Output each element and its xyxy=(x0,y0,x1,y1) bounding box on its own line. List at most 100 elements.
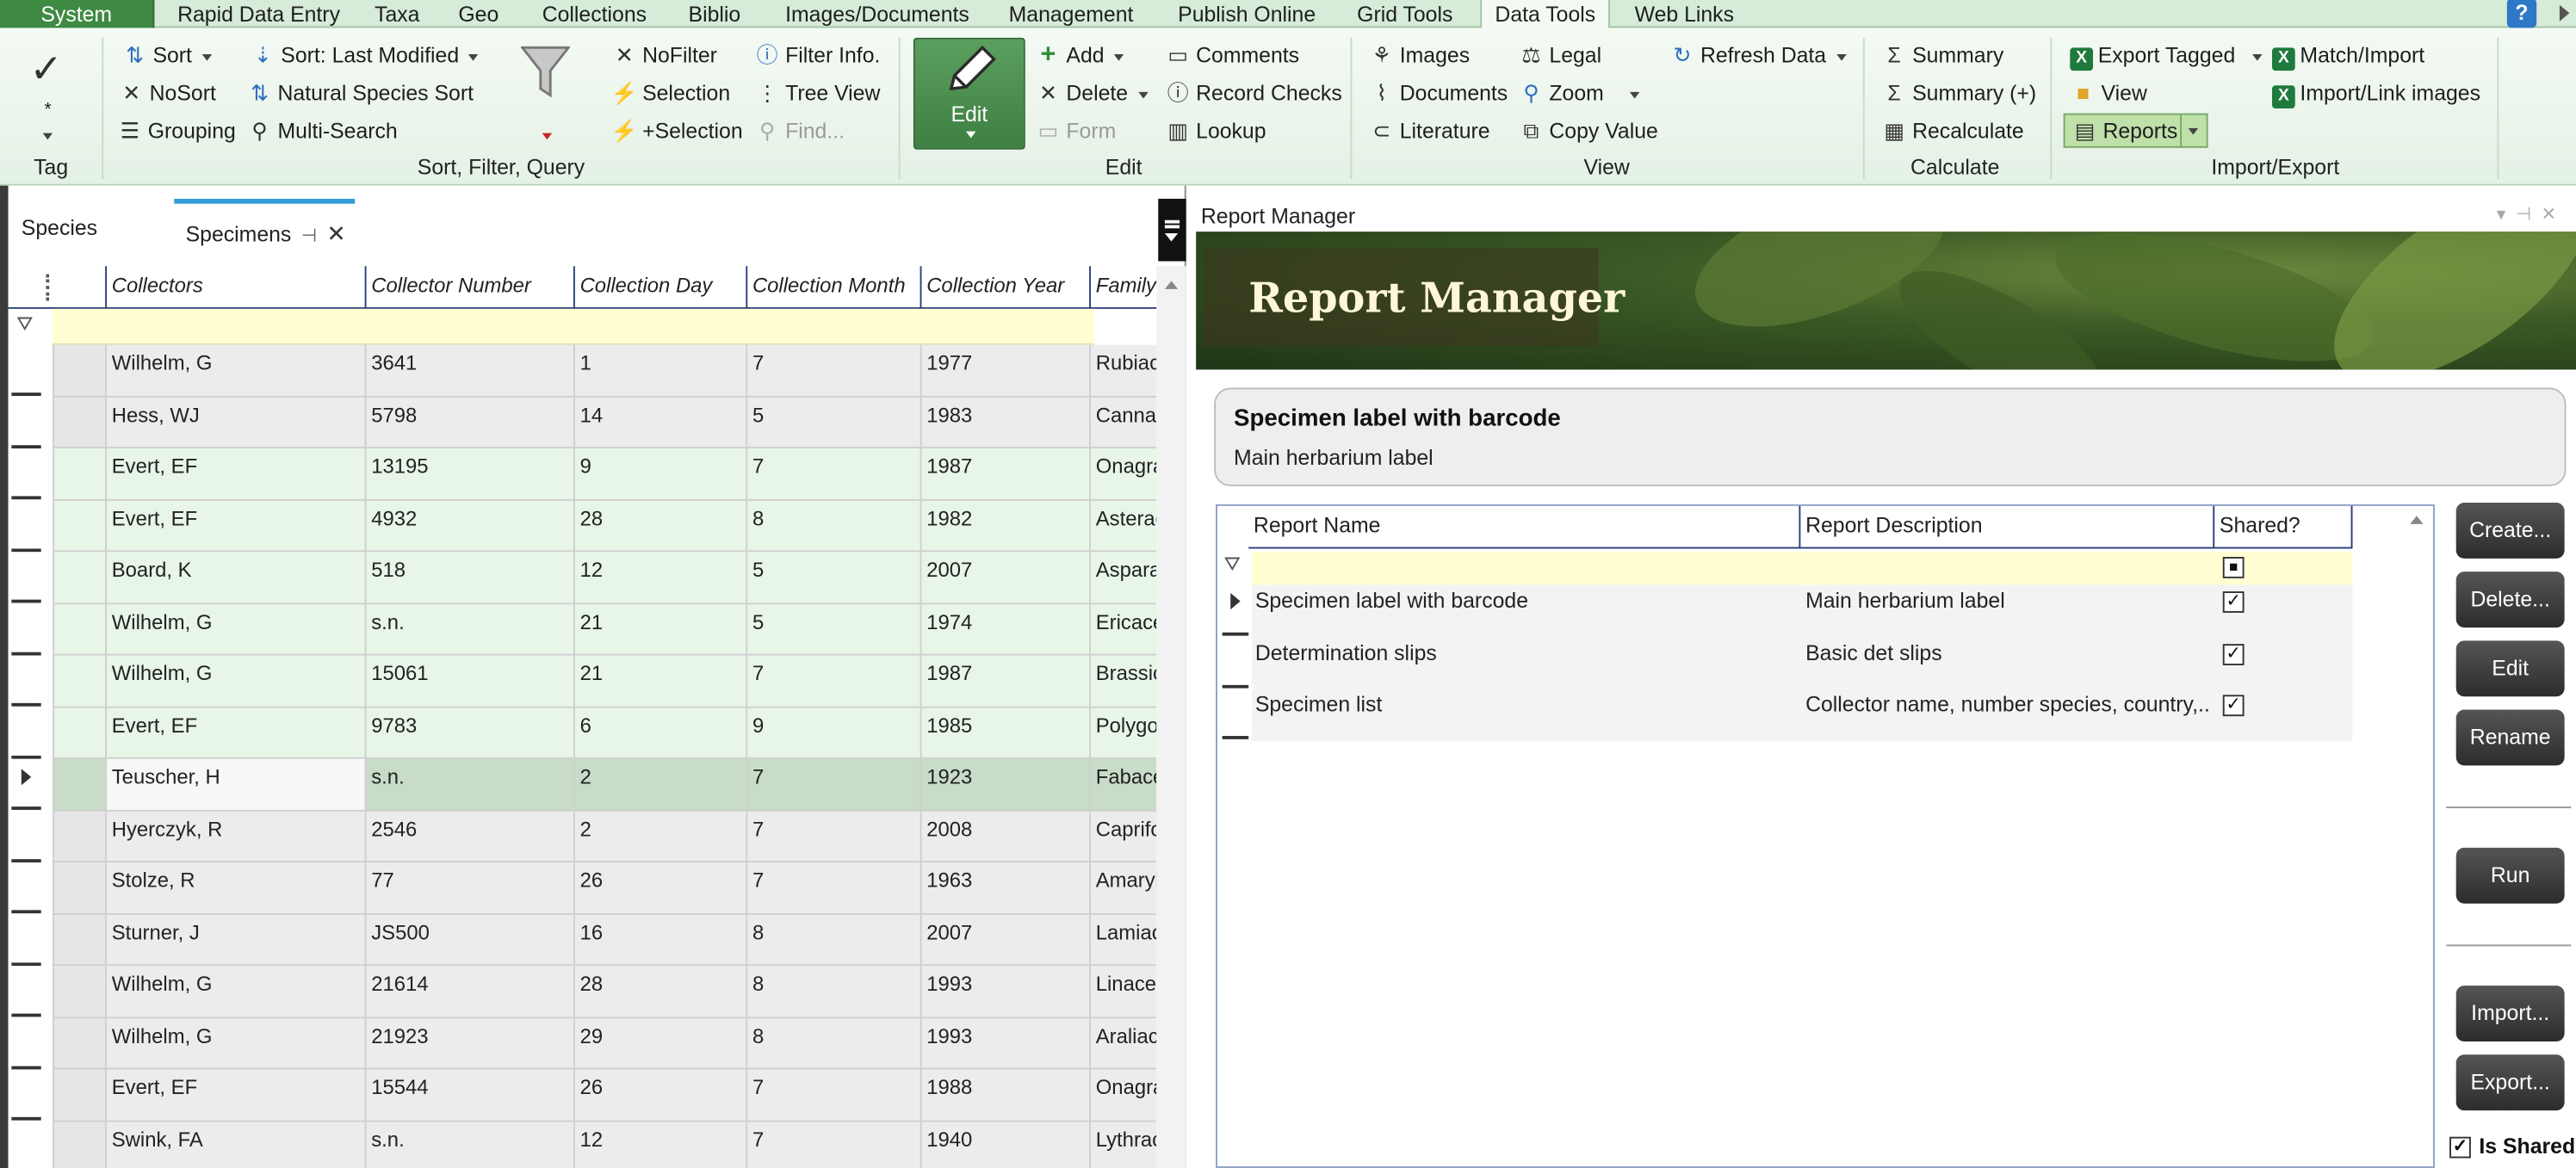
row-selector-cell[interactable] xyxy=(53,862,106,915)
table-row[interactable]: Swink, FAs.n.1271940Lythraceae xyxy=(8,1121,1157,1168)
table-cell[interactable]: 1983 xyxy=(920,396,1090,449)
table-cell[interactable]: 2007 xyxy=(920,914,1090,967)
row-header[interactable] xyxy=(8,344,53,397)
table-cell[interactable]: Swink, FA xyxy=(105,1121,365,1168)
row-selector-cell[interactable] xyxy=(53,603,106,656)
table-cell[interactable]: 7 xyxy=(746,344,920,397)
row-selector-cell[interactable] xyxy=(53,500,106,553)
column-header-report-name[interactable]: Report Name xyxy=(1248,505,1801,549)
column-header-collector-number[interactable]: Collector Number xyxy=(364,266,573,309)
tab-species[interactable]: Species xyxy=(22,215,97,240)
row-selector-cell[interactable] xyxy=(53,655,106,708)
row-header[interactable] xyxy=(8,1121,53,1168)
table-cell[interactable]: 2 xyxy=(573,758,746,811)
table-cell[interactable]: 12 xyxy=(573,1121,746,1168)
table-cell[interactable]: 8 xyxy=(746,500,920,553)
table-cell[interactable]: 1987 xyxy=(920,655,1090,708)
shared-checkbox[interactable]: ✓ xyxy=(2222,695,2245,717)
report-name-cell[interactable]: Determination slips xyxy=(1255,637,1798,689)
row-selector-cell[interactable] xyxy=(53,966,106,1018)
table-cell[interactable]: s.n. xyxy=(364,758,573,811)
table-cell[interactable]: Onagraceae xyxy=(1089,1069,1157,1122)
table-cell[interactable]: Asparagaceae xyxy=(1089,552,1157,604)
report-name-cell[interactable]: Specimen list xyxy=(1255,689,1798,740)
table-cell[interactable]: 21614 xyxy=(364,966,573,1018)
edit-button[interactable]: Edit xyxy=(2455,640,2565,697)
table-cell[interactable]: 13195 xyxy=(364,448,573,501)
row-selector-cell[interactable] xyxy=(53,448,106,501)
column-header-collection-year[interactable]: Collection Year xyxy=(920,266,1090,309)
table-row[interactable]: Teuscher, Hs.n.271923Fabaceae xyxy=(8,758,1157,811)
reports-grid[interactable]: Report Name Report Description Shared? ⛛… xyxy=(1216,504,2435,1168)
menu-web-links[interactable]: Web Links xyxy=(1635,0,1734,28)
row-selector-cell[interactable] xyxy=(53,552,106,604)
table-row[interactable]: Evert, EF49322881982Asteraceae xyxy=(8,500,1157,553)
report-description-cell[interactable]: Main herbarium label xyxy=(1805,584,2208,636)
documents-button[interactable]: ⌇ Documents xyxy=(1368,79,1508,108)
comments-button[interactable]: ▭ Comments xyxy=(1165,41,1299,71)
tab-specimens[interactable]: Specimens ⊣ ✕ xyxy=(174,198,356,271)
shared-filter-checkbox[interactable]: ■ xyxy=(2222,557,2245,578)
table-cell[interactable]: 7 xyxy=(746,1069,920,1122)
table-cell[interactable]: 1963 xyxy=(920,862,1090,915)
table-cell[interactable]: Hess, WJ xyxy=(105,396,365,449)
table-cell[interactable]: 2 xyxy=(573,810,746,862)
row-selector-cell[interactable] xyxy=(53,344,106,397)
table-cell[interactable]: Lamiaceae xyxy=(1089,914,1157,967)
legal-button[interactable]: ⚖ Legal xyxy=(1518,41,1601,71)
menu-taxa[interactable]: Taxa xyxy=(375,0,419,28)
help-icon[interactable]: ? xyxy=(2506,0,2537,28)
table-cell[interactable]: s.n. xyxy=(364,1121,573,1168)
pin-icon[interactable]: ⊣ xyxy=(301,226,317,246)
table-cell[interactable]: 1923 xyxy=(920,758,1090,811)
table-cell[interactable]: 29 xyxy=(573,1017,746,1070)
import-link-images-button[interactable]: X Import/Link images xyxy=(2271,79,2480,108)
table-cell[interactable]: 12 xyxy=(573,552,746,604)
table-cell[interactable]: Wilhelm, G xyxy=(105,344,365,397)
row-selector-cell[interactable] xyxy=(53,707,106,759)
table-cell[interactable]: 8 xyxy=(746,966,920,1018)
table-cell[interactable]: s.n. xyxy=(364,603,573,656)
table-row[interactable]: Hess, WJ57981451983Cannabaceae xyxy=(8,396,1157,449)
table-cell[interactable]: Fabaceae xyxy=(1089,758,1157,811)
table-cell[interactable]: 77 xyxy=(364,862,573,915)
run-button[interactable]: Run xyxy=(2455,847,2565,904)
column-header-collection-month[interactable]: Collection Month xyxy=(746,266,920,309)
table-cell[interactable]: Wilhelm, G xyxy=(105,603,365,656)
table-cell[interactable]: 8 xyxy=(746,914,920,967)
table-row[interactable]: Evert, EF9783691985Polygonaceae xyxy=(8,707,1157,759)
zoom-button[interactable]: ⚲ Zoom xyxy=(1518,79,1640,108)
table-cell[interactable]: Evert, EF xyxy=(105,707,365,759)
filter-info-button[interactable]: ⓘ Filter Info. xyxy=(754,41,881,71)
sort-button[interactable]: ⇅ Sort xyxy=(121,41,212,71)
rename-button[interactable]: Rename xyxy=(2455,709,2565,766)
row-header[interactable] xyxy=(1218,636,1253,689)
import-button[interactable]: Import... xyxy=(2455,986,2565,1042)
row-selector-cell[interactable] xyxy=(53,758,106,811)
table-cell[interactable]: 1985 xyxy=(920,707,1090,759)
table-cell[interactable]: Asteraceae xyxy=(1089,500,1157,553)
table-cell[interactable]: 9 xyxy=(573,448,746,501)
column-header-collectors[interactable]: Collectors xyxy=(105,266,364,309)
table-row[interactable]: Evert, EF13195971987Onagraceae xyxy=(8,448,1157,501)
table-cell[interactable]: 8 xyxy=(746,1017,920,1070)
table-row[interactable]: Wilhelm, G150612171987Brassicaceae xyxy=(8,655,1157,708)
grid-vertical-scrollbar[interactable] xyxy=(1156,266,1186,1168)
summary-button[interactable]: Σ Summary xyxy=(1881,41,2003,71)
table-cell[interactable]: 26 xyxy=(573,1069,746,1122)
nofilter-button[interactable]: ✕ NoFilter xyxy=(611,41,717,71)
is-shared-checkbox[interactable]: ✓ xyxy=(2449,1136,2471,1159)
report-row[interactable]: Determination slips Basic det slips ✓ xyxy=(1218,636,2353,689)
menu-images-documents[interactable]: Images/Documents xyxy=(785,0,969,28)
table-row[interactable]: Wilhelm, Gs.n.2151974Ericaceae xyxy=(8,603,1157,656)
table-cell[interactable]: 7 xyxy=(746,862,920,915)
table-cell[interactable]: Araliaceae xyxy=(1089,1017,1157,1070)
table-cell[interactable]: 1 xyxy=(573,344,746,397)
copy-value-button[interactable]: ⧉ Copy Value xyxy=(1518,117,1658,146)
table-row[interactable]: Sturner, JJS5001682007Lamiaceae xyxy=(8,914,1157,967)
table-cell[interactable]: Caprifoliaceae xyxy=(1089,810,1157,862)
row-header[interactable] xyxy=(8,914,53,967)
refresh-data-button[interactable]: ↻ Refresh Data xyxy=(1669,41,1846,71)
form-button[interactable]: ▭ Form xyxy=(1035,117,1117,146)
table-cell[interactable]: 1993 xyxy=(920,1017,1090,1070)
